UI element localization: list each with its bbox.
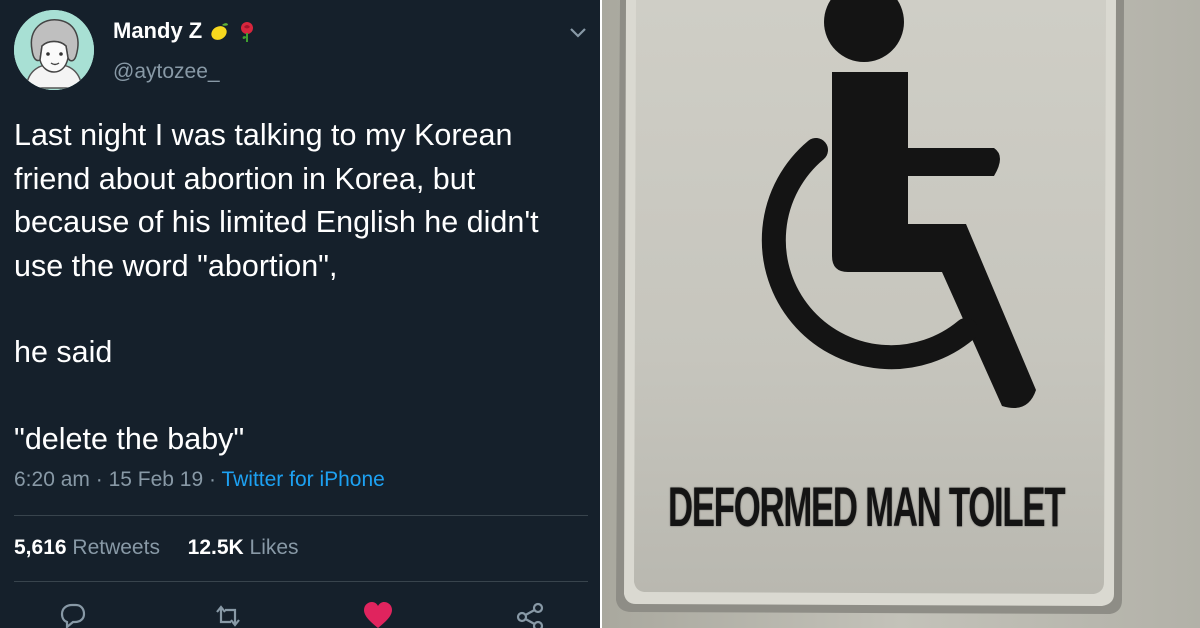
- share-icon[interactable]: [514, 600, 546, 628]
- likes-label: Likes: [249, 536, 299, 559]
- display-name[interactable]: Mandy Z: [113, 18, 202, 44]
- likes-stat[interactable]: 12.5K Likes: [188, 536, 299, 559]
- retweets-stat[interactable]: 5,616 Retweets: [14, 536, 160, 559]
- tweet-date[interactable]: 15 Feb 19: [109, 468, 204, 491]
- rose-emoji: [241, 22, 254, 42]
- chevron-down-icon[interactable]: [568, 26, 588, 40]
- tweet-text: Last night I was talking to my Korean fr…: [14, 114, 589, 461]
- reply-icon[interactable]: [56, 600, 88, 628]
- tweet-paragraph: he said: [14, 335, 113, 369]
- divider: [14, 581, 588, 582]
- tweet-source-link[interactable]: Twitter for iPhone: [221, 468, 384, 491]
- wheelchair-accessibility-icon: [761, 0, 1036, 408]
- like-icon[interactable]: [362, 600, 394, 628]
- tweet-paragraph: Last night I was talking to my Korean fr…: [14, 118, 539, 283]
- retweets-count: 5,616: [14, 536, 67, 559]
- retweet-icon[interactable]: [212, 600, 244, 628]
- tweet-time[interactable]: 6:20 am: [14, 468, 90, 491]
- tweet-stats: 5,616 Retweets 12.5K Likes: [14, 536, 299, 560]
- lemon-emoji: [211, 23, 229, 40]
- avatar[interactable]: [14, 10, 94, 90]
- sign-caption: DEFORMED MAN TOILET: [668, 475, 1066, 538]
- tweet-meta: 6:20 am · 15 Feb 19 · Twitter for iPhone: [14, 468, 385, 492]
- display-name-row[interactable]: Mandy Z: [113, 18, 258, 44]
- handle[interactable]: @aytozee_: [113, 60, 220, 84]
- meta-separator: ·: [208, 468, 222, 491]
- tweet-panel: Mandy Z @aytozee_ Last night I was talki…: [0, 0, 600, 628]
- tweet-paragraph: "delete the baby": [14, 421, 245, 456]
- retweets-label: Retweets: [72, 536, 160, 559]
- meta-separator: ·: [95, 468, 109, 491]
- avatar-drawing: [14, 10, 94, 90]
- likes-count: 12.5K: [187, 536, 244, 559]
- divider: [14, 515, 588, 516]
- sign-photo: DEFORMED MAN TOILET: [602, 0, 1200, 628]
